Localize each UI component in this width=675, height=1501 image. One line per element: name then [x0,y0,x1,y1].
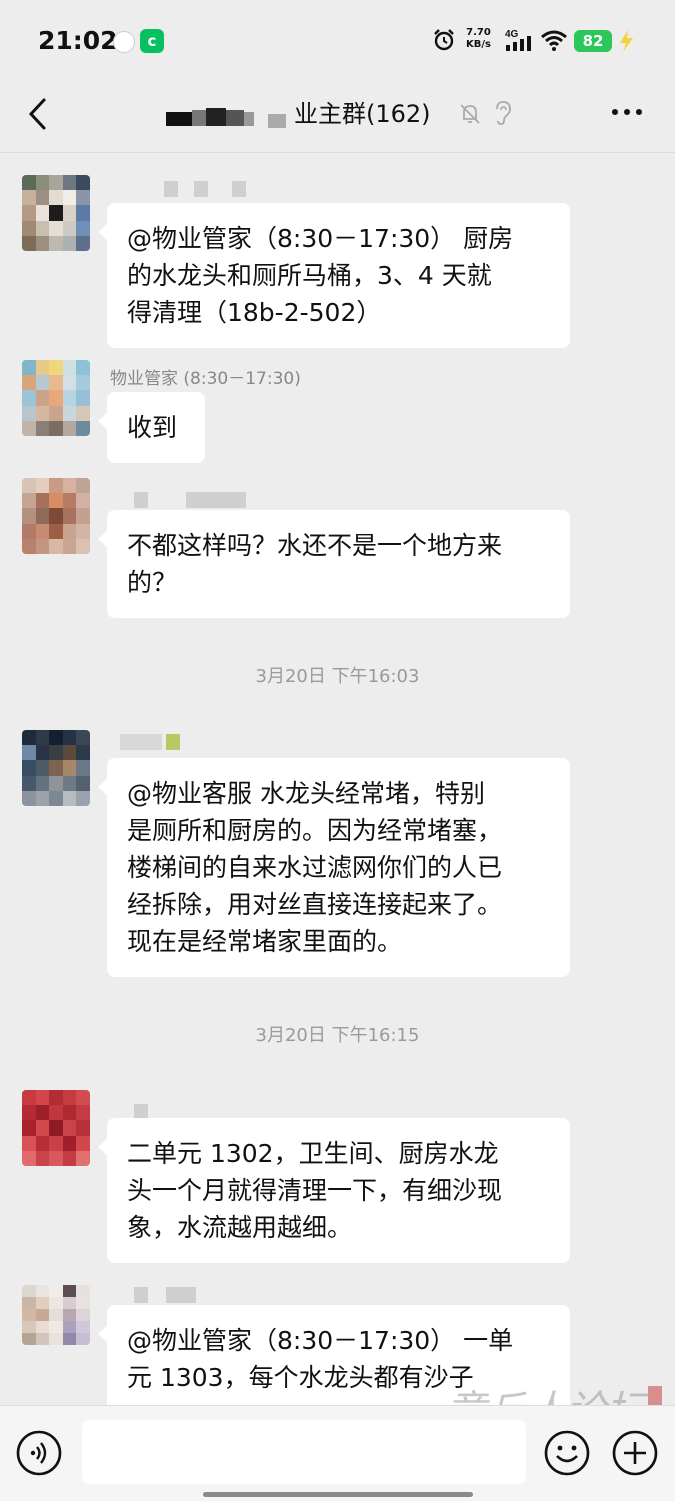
wechat-app-icon: c [140,29,164,53]
message-bubble[interactable]: @物业管家（8:30－17:30） 厨房 的水龙头和厕所马桶，3、4 天就 得清… [98,203,570,348]
blurred-group-name [166,108,286,128]
chat-input-bar [0,1405,675,1501]
more-icon[interactable] [610,106,644,118]
message-bubble[interactable]: 二单元 1302，卫生间、厨房水龙 头一个月就得清理一下，有细沙现 象，水流越用… [98,1118,570,1263]
network-speed: 7.70 KB/s [466,27,491,50]
sender-name: 物业管家 (8:30－17:30) [110,369,301,389]
notification-icon [113,31,135,53]
home-indicator[interactable] [203,1492,473,1497]
ear-icon [496,101,511,125]
avatar[interactable] [22,1090,90,1166]
avatar[interactable] [22,478,90,554]
status-time: 21:02 [38,26,118,55]
wifi-icon [541,30,567,51]
avatar[interactable] [22,360,90,436]
avatar[interactable] [22,1285,90,1345]
timestamp: 3月20日 下午16:03 [255,666,420,687]
alarm-icon [434,29,454,51]
battery-icon: 82 [574,30,612,52]
sender-name-blurred [110,734,180,752]
signal-icon: 4G [505,29,531,51]
sender-name-blurred [110,492,246,510]
plus-icon[interactable] [612,1430,658,1476]
svg-text:4G: 4G [505,29,519,40]
sender-name-blurred [110,181,246,199]
avatar[interactable] [22,175,90,251]
chat-title: 业主群(162) [294,100,431,128]
back-icon[interactable] [24,96,54,132]
sender-name-blurred [110,1287,196,1305]
message-bubble[interactable]: 收到 [98,392,205,463]
mute-icon [460,104,480,124]
chat-header: 业主群(162) [0,80,675,153]
status-bar: 21:02 c 7.70 KB/s 4G 82 [0,0,675,80]
message-bubble[interactable]: 不都这样吗？水还不是一个地方来 的？ [98,510,570,618]
emoji-icon[interactable] [544,1430,590,1476]
timestamp: 3月20日 下午16:15 [255,1025,420,1046]
avatar[interactable] [22,730,90,806]
charging-icon [620,30,633,52]
message-bubble[interactable]: @物业客服 水龙头经常堵，特别 是厕所和厨房的。因为经常堵塞， 楼梯间的自来水过… [98,758,570,977]
voice-icon[interactable] [16,1430,62,1476]
message-input[interactable] [82,1420,526,1484]
